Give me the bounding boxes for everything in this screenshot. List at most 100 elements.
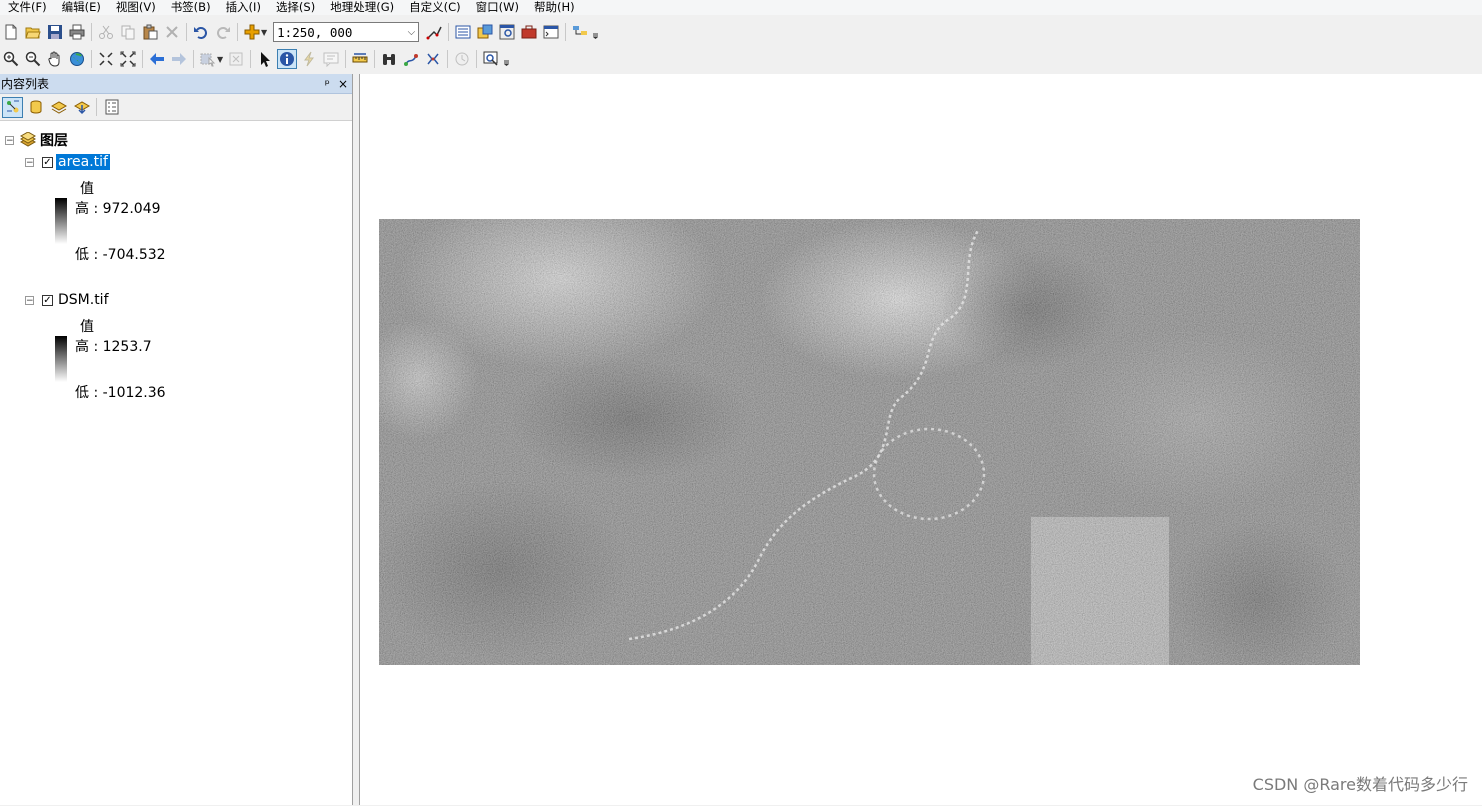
new-document-icon[interactable] [1, 22, 21, 42]
menu-bar: 文件(F) 编辑(E) 视图(V) 书签(B) 插入(I) 选择(S) 地理处理… [0, 0, 1482, 15]
separator [448, 23, 450, 41]
identify-icon[interactable] [277, 49, 298, 69]
undo-icon[interactable] [191, 22, 211, 42]
separator [476, 50, 478, 68]
layer-visibility-checkbox[interactable]: ✓ [42, 294, 53, 306]
cut-icon[interactable] [96, 22, 116, 42]
html-popup-icon[interactable] [321, 49, 341, 69]
hyperlink-lightning-icon[interactable] [299, 49, 319, 69]
menu-view[interactable]: 视图(V) [108, 1, 163, 14]
separator [91, 23, 92, 41]
close-icon[interactable]: × [338, 77, 348, 91]
paste-icon[interactable] [140, 22, 160, 42]
go-to-xy-icon[interactable] [423, 49, 443, 69]
toc-tree: − 图层 − ✓ area.tif 值 高 : 972.049 低 : -704… [0, 121, 352, 806]
arctoolbox-icon[interactable] [519, 22, 539, 42]
modelbuilder-icon[interactable] [570, 22, 590, 42]
data-frame-label[interactable]: 图层 [40, 130, 68, 150]
menu-windows[interactable]: 窗口(W) [468, 1, 526, 14]
find-route-icon[interactable] [401, 49, 421, 69]
copy-icon[interactable] [118, 22, 138, 42]
separator [193, 50, 194, 68]
menu-customize[interactable]: 自定义(C) [401, 1, 468, 14]
menu-file[interactable]: 文件(F) [0, 1, 54, 14]
layer-name-dsm[interactable]: DSM.tif [56, 292, 111, 308]
toc-title-bar: 内容列表 ᵖ × [0, 74, 352, 94]
toc-toolbar [0, 94, 352, 121]
separator [447, 50, 449, 68]
standard-toolbar: ▼ 1:250, 000 ⌵ [0, 20, 1482, 44]
watermark-text: CSDN @Rare数着代码多少行 [1252, 775, 1468, 794]
toolbar-options-icon[interactable] [593, 25, 599, 39]
print-icon[interactable] [67, 22, 87, 42]
layer-node-dsm: − ✓ DSM.tif [25, 292, 111, 308]
full-extent-globe-icon[interactable] [67, 49, 87, 69]
legend-value-label: 值 [80, 181, 94, 197]
tools-toolbar: ▼ [0, 47, 1482, 71]
save-icon[interactable] [45, 22, 65, 42]
time-slider-icon[interactable] [452, 49, 472, 69]
menu-help[interactable]: 帮助(H) [526, 1, 582, 14]
legend-color-ramp [55, 198, 67, 244]
catalog-icon[interactable] [475, 22, 495, 42]
editor-toolbar-icon[interactable] [424, 22, 444, 42]
select-elements-arrow-icon[interactable] [255, 49, 275, 69]
raster-image[interactable] [379, 219, 1360, 665]
toc-root-node: − 图层 [5, 130, 68, 150]
legend-low-value: 低 : -1012.36 [75, 385, 166, 401]
layers-stack-icon [20, 132, 36, 148]
separator [186, 23, 187, 41]
layer-visibility-checkbox[interactable]: ✓ [42, 156, 53, 168]
separator [96, 98, 97, 116]
pin-icon[interactable]: ᵖ [325, 77, 330, 91]
separator [345, 50, 347, 68]
map-scale-select[interactable]: 1:250, 000 ⌵ [273, 22, 420, 42]
toc-options-icon[interactable] [101, 97, 122, 118]
legend-low-value: 低 : -704.532 [75, 247, 166, 263]
fixed-zoom-out-icon[interactable] [118, 49, 138, 69]
open-folder-icon[interactable] [23, 22, 43, 42]
separator [374, 50, 376, 68]
menu-bookmarks[interactable]: 书签(B) [163, 1, 218, 14]
go-back-arrow-icon[interactable] [147, 49, 167, 69]
list-by-selection-icon[interactable] [71, 97, 92, 118]
add-data-icon[interactable] [242, 22, 262, 42]
separator [250, 50, 252, 68]
collapse-toggle-icon[interactable]: − [25, 157, 34, 167]
list-by-source-icon[interactable] [25, 97, 46, 118]
find-binoculars-icon[interactable] [379, 49, 399, 69]
menu-selection[interactable]: 选择(S) [268, 1, 322, 14]
pan-hand-icon[interactable] [45, 49, 65, 69]
clear-selection-icon[interactable] [226, 49, 246, 69]
separator [142, 50, 143, 68]
select-features-icon[interactable] [198, 49, 218, 69]
list-by-visibility-icon[interactable] [48, 97, 69, 118]
redo-icon[interactable] [213, 22, 233, 42]
delete-icon[interactable] [162, 22, 182, 42]
legend-high-value: 高 : 1253.7 [75, 339, 152, 355]
search-window-icon[interactable] [497, 22, 517, 42]
measure-ruler-icon[interactable] [350, 49, 370, 69]
toc-title: 内容列表 [1, 77, 50, 91]
go-forward-arrow-icon[interactable] [169, 49, 189, 69]
python-window-icon[interactable] [541, 22, 561, 42]
select-dropdown-icon[interactable]: ▼ [217, 55, 223, 64]
map-scale-value: 1:250, 000 [277, 24, 353, 40]
toolbar-options-icon[interactable] [504, 52, 510, 66]
layer-node-area: − ✓ area.tif [25, 154, 110, 170]
list-by-drawing-order-icon[interactable] [2, 96, 23, 118]
menu-geoprocessing[interactable]: 地理处理(G) [322, 1, 401, 14]
menu-insert[interactable]: 插入(I) [218, 1, 268, 14]
collapse-toggle-icon[interactable]: − [5, 135, 14, 145]
table-of-contents-panel: 内容列表 ᵖ × − 图层 − ✓ area.tif 值 高 : 972.049… [0, 74, 353, 805]
zoom-in-icon[interactable] [1, 49, 21, 69]
add-data-dropdown-icon[interactable]: ▼ [261, 28, 267, 37]
zoom-out-icon[interactable] [23, 49, 43, 69]
menu-edit[interactable]: 编辑(E) [54, 1, 108, 14]
table-of-contents-icon[interactable] [453, 22, 473, 42]
layer-name-area[interactable]: area.tif [56, 154, 110, 170]
collapse-toggle-icon[interactable]: − [25, 295, 34, 305]
magnifier-window-icon[interactable] [481, 49, 501, 69]
fixed-zoom-in-icon[interactable] [96, 49, 116, 69]
legend-high-value: 高 : 972.049 [75, 201, 161, 217]
